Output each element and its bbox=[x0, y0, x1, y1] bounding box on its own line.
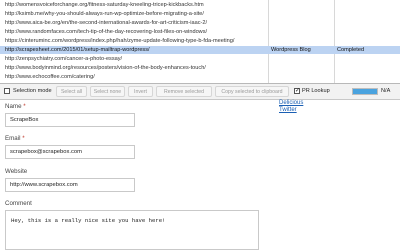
url-row[interactable]: http://www.randomfaces.com/tech-tip-of-t… bbox=[0, 28, 400, 36]
progress-bar bbox=[352, 88, 378, 95]
name-label: Name * bbox=[5, 103, 26, 110]
name-field[interactable]: ScrapeBox bbox=[5, 113, 135, 127]
delicious-link[interactable]: Delicious bbox=[279, 100, 303, 107]
url-cell: http://www.randomfaces.com/tech-tip-of-t… bbox=[5, 29, 208, 35]
selection-mode-label: Selection mode bbox=[13, 88, 52, 94]
comment-textarea[interactable]: Hey, this is a really nice site you have… bbox=[5, 210, 259, 250]
pr-value-label: N/A bbox=[381, 88, 391, 94]
url-cell: http://ksimb.me/why-you-should-always-ru… bbox=[5, 11, 204, 17]
share-links: Delicious Twitter bbox=[279, 100, 303, 114]
url-list[interactable]: http://womensvoiceforchange.org/fitness-… bbox=[0, 0, 400, 84]
email-label: Email * bbox=[5, 135, 25, 142]
url-row[interactable]: https://cinteruminc.com/wordpress/index.… bbox=[0, 37, 400, 45]
url-row[interactable]: http://ksimb.me/why-you-should-always-ru… bbox=[0, 10, 400, 18]
email-field[interactable]: scrapebox@scrapebox.com bbox=[5, 145, 135, 159]
progress-fill bbox=[353, 89, 377, 94]
url-cell: http://scrapesheet.com/2015/01/setup-mai… bbox=[5, 47, 150, 53]
url-cell: http://womensvoiceforchange.org/fitness-… bbox=[5, 2, 204, 8]
url-cell: http://zenpsychiatry.com/cancer-a-photo-… bbox=[5, 56, 123, 62]
remove-selected-button[interactable]: Remove selected bbox=[156, 86, 212, 97]
copy-selected-button[interactable]: Copy selected to clipboard bbox=[215, 86, 289, 97]
select-all-button[interactable]: Select all bbox=[56, 86, 87, 97]
required-mark: * bbox=[23, 103, 26, 110]
select-none-button[interactable]: Select none bbox=[90, 86, 125, 97]
url-cell: http://www.bodyinmind.org/resources/post… bbox=[5, 65, 206, 71]
twitter-link[interactable]: Twitter bbox=[279, 107, 303, 114]
selection-mode-checkbox[interactable] bbox=[4, 88, 10, 94]
website-label: Website bbox=[5, 168, 28, 175]
pr-lookup-label: PR Lookup bbox=[302, 88, 330, 94]
status-cell: Completed bbox=[337, 47, 365, 53]
comment-label: Comment bbox=[5, 200, 32, 207]
url-cell: http://www.aica-be.org/en/the-second-int… bbox=[5, 20, 208, 26]
url-row[interactable]: http://www.aica-be.org/en/the-second-int… bbox=[0, 19, 400, 27]
website-field[interactable]: http://www.scrapebox.com bbox=[5, 178, 135, 192]
platform-cell: Wordpress Blog bbox=[271, 47, 311, 53]
url-row[interactable]: http://womensvoiceforchange.org/fitness-… bbox=[0, 1, 400, 9]
url-row[interactable]: http://www.echocoffee.com/catering/ bbox=[0, 73, 400, 81]
required-mark: * bbox=[22, 135, 25, 142]
toolbar: Selection mode Select all Select none In… bbox=[0, 84, 400, 100]
url-row[interactable]: http://www.bodyinmind.org/resources/post… bbox=[0, 64, 400, 72]
url-row[interactable]: http://zenpsychiatry.com/cancer-a-photo-… bbox=[0, 55, 400, 63]
invert-button[interactable]: Invert bbox=[128, 86, 153, 97]
url-row-selected[interactable]: http://scrapesheet.com/2015/01/setup-mai… bbox=[0, 46, 400, 54]
comment-form: Delicious Twitter Name * ScrapeBox Email… bbox=[0, 100, 400, 250]
url-cell: https://cinteruminc.com/wordpress/index.… bbox=[5, 38, 235, 44]
url-cell: http://www.echocoffee.com/catering/ bbox=[5, 74, 95, 80]
pr-lookup-checkbox[interactable] bbox=[294, 87, 300, 94]
